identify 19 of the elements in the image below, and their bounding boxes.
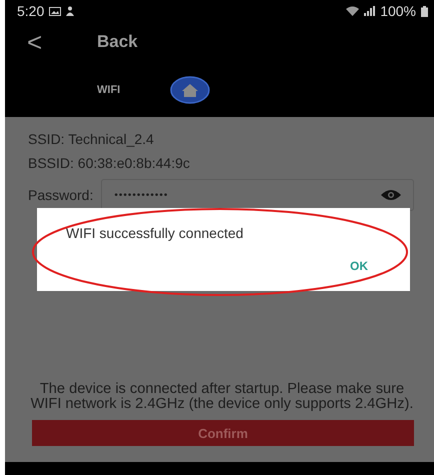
image-icon — [49, 6, 62, 16]
back-title[interactable]: Back — [97, 32, 138, 52]
status-time: 5:20 — [17, 3, 44, 19]
eye-icon[interactable] — [381, 189, 401, 201]
wifi-label: WIFI — [97, 84, 120, 96]
ok-button[interactable]: OK — [350, 259, 368, 273]
dialog-message: WIFI successfully connected — [66, 225, 244, 241]
home-icon[interactable] — [170, 76, 210, 104]
battery-percent: 100% — [380, 3, 416, 19]
confirm-button[interactable]: Confirm — [32, 420, 414, 446]
battery-icon — [421, 6, 428, 16]
person-icon — [66, 6, 74, 16]
password-label: Password: — [28, 187, 94, 203]
ssid-text: SSID: Technical_2.4 — [28, 131, 155, 147]
notice-text: The device is connected after startup. Please make sure WIFI network is 2.4GHz (the device only supports 2.4GHz). — [30, 382, 414, 412]
back-button[interactable]: < — [27, 26, 97, 58]
bssid-text: BSSID: 60:38:e0:8b:44:9c — [28, 155, 191, 171]
signal-icon — [364, 6, 376, 16]
wifi-icon — [346, 6, 360, 16]
